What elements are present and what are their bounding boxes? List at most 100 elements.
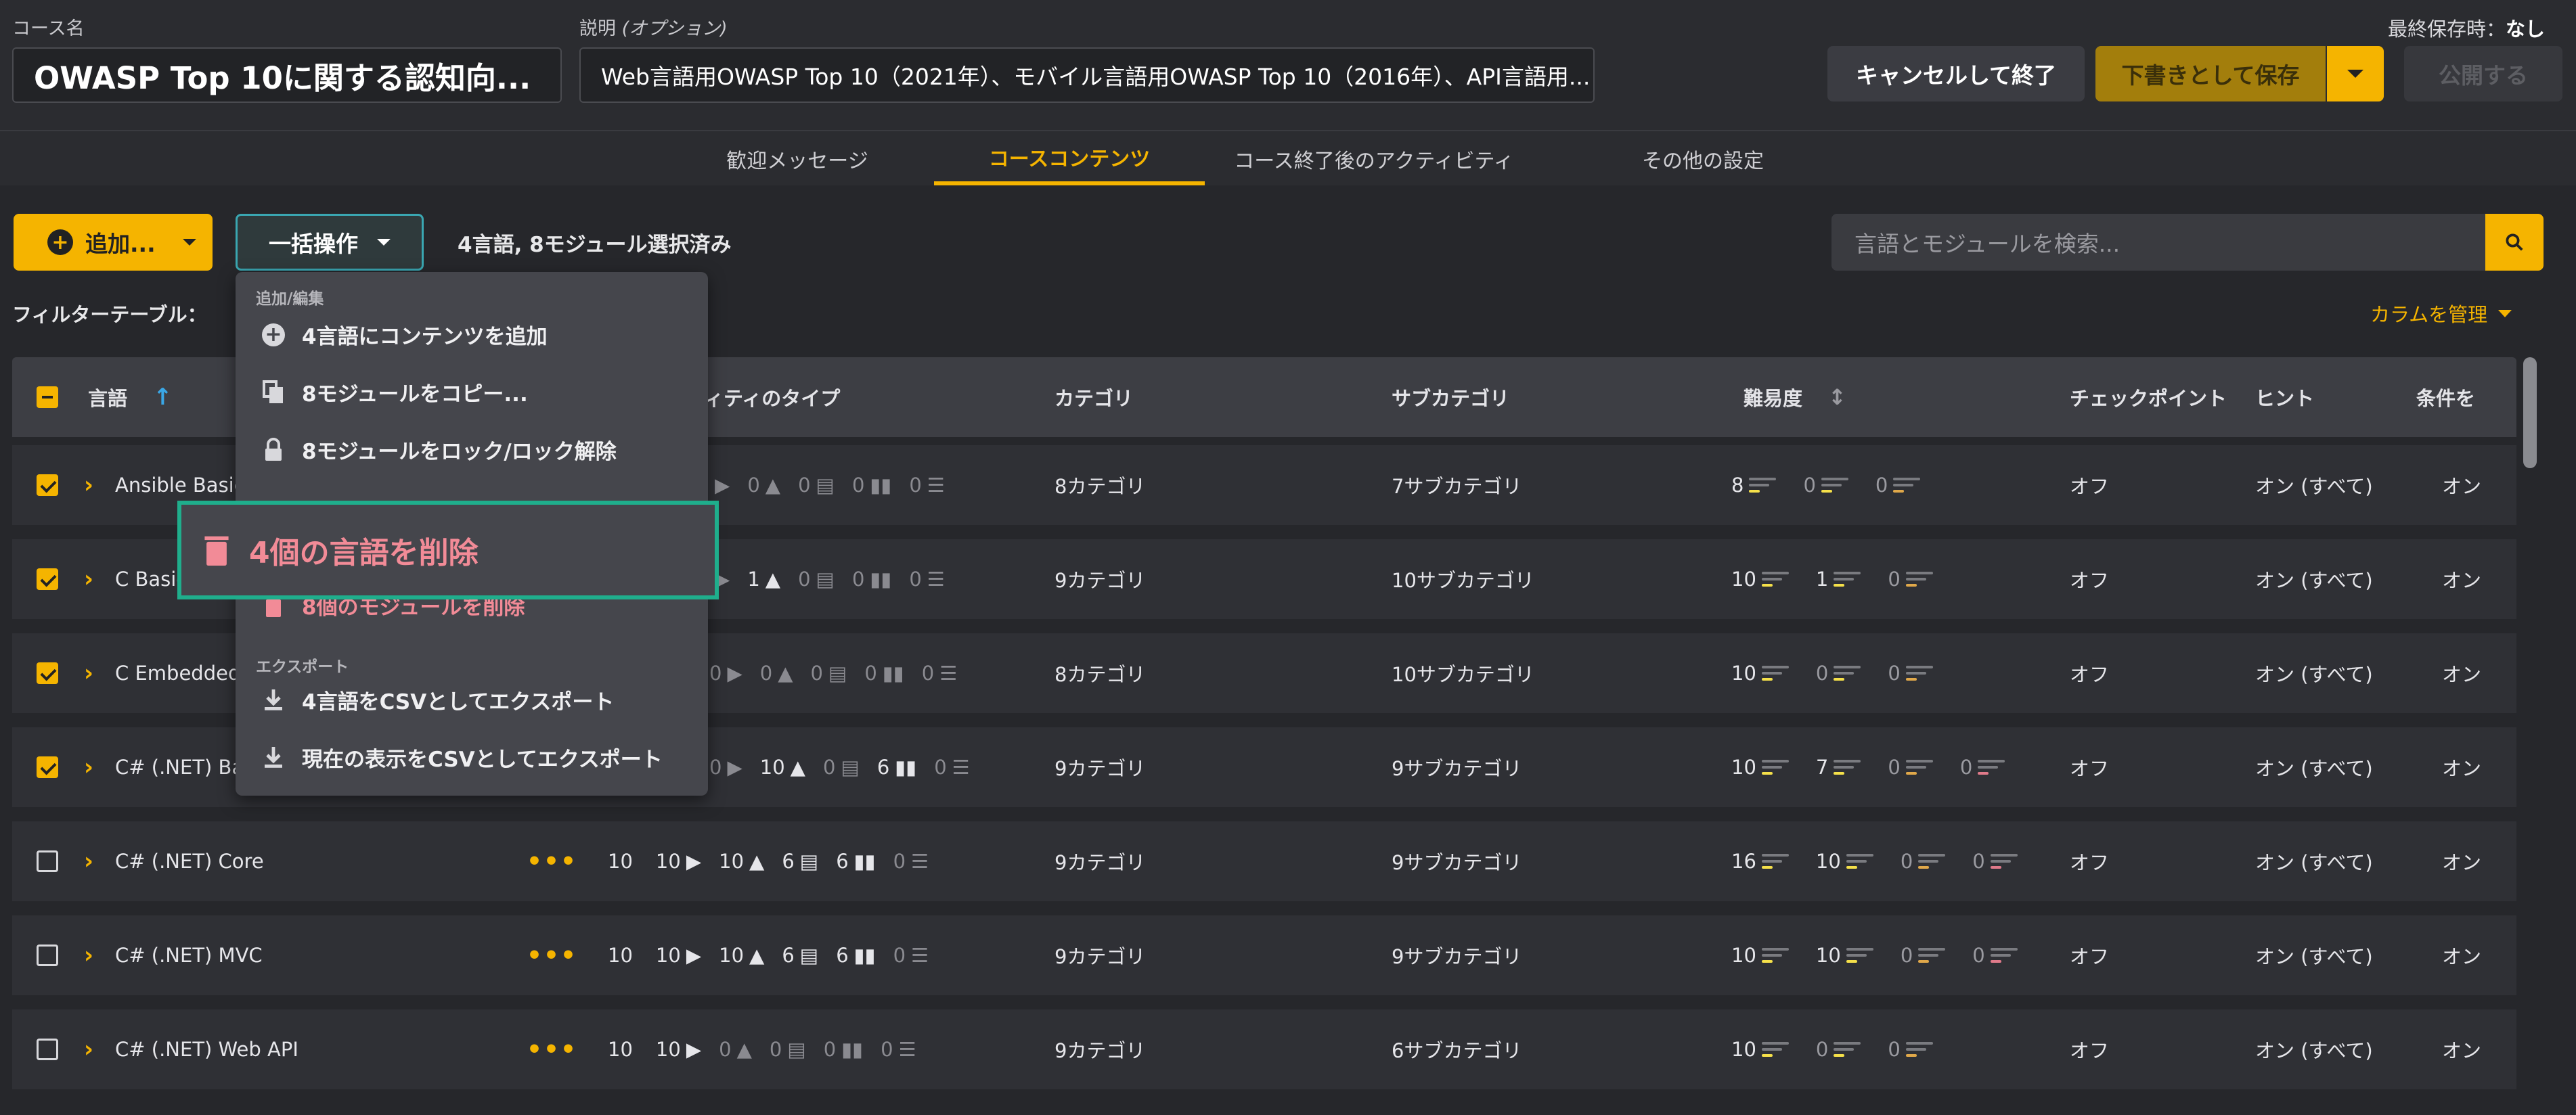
video-icon: ▶ — [727, 662, 742, 685]
menu-export-languages-csv[interactable]: 4言語をCSVとしてエクスポート — [260, 685, 614, 715]
expand-chevron-icon[interactable]: › — [84, 727, 93, 807]
publish-button[interactable]: 公開する — [2404, 46, 2562, 101]
difficulty-level-4: 0 — [1972, 850, 2026, 873]
menu-lock-modules-label: 8モジュールをロック/ロック解除 — [302, 440, 617, 464]
row-checkbox[interactable] — [37, 445, 58, 525]
manage-columns-link[interactable]: カラムを管理 — [2370, 299, 2512, 327]
activity-type-slides-icon: 6 ▤ — [782, 944, 819, 967]
expand-chevron-icon[interactable]: › — [84, 915, 93, 995]
difficulty-bars-icon — [1893, 476, 1921, 494]
column-difficulty-label: 難易度 — [1744, 387, 1803, 410]
row-checkbox[interactable] — [37, 539, 58, 619]
save-draft-button[interactable]: 下書きとして保存 — [2095, 46, 2326, 101]
activity-types: 0 ▶ 10 ▲ 0 ▤ 6 ▮▮ 0 ☰ — [709, 727, 987, 807]
conditions-value: オン — [2442, 851, 2482, 874]
rocket-icon: ▲ — [778, 662, 793, 685]
activity-type-video-icon: 0 ▶ — [709, 662, 742, 685]
subcategory-count: 9サブカテゴリ — [1392, 851, 1522, 874]
tab-course-content[interactable]: コースコンテンツ — [934, 133, 1205, 185]
search-input[interactable]: 言語とモジュールを検索... — [1831, 214, 2487, 271]
menu-lock-modules[interactable]: 8モジュールをロック/ロック解除 — [260, 434, 617, 465]
hint-value: オン (すべて) — [2255, 945, 2373, 968]
subcategory-count: 10サブカテゴリ — [1392, 663, 1534, 686]
column-hint[interactable]: ヒント — [2255, 357, 2314, 437]
tab-other-settings[interactable]: その他の設定 — [1601, 133, 1804, 185]
menu-add-content-label: 4言語にコンテンツを追加 — [302, 325, 548, 349]
table-row[interactable]: › C# (.NET) MVC ••• 10 10 ▶ 10 ▲ 6 ▤ 6 ▮▮ 0 ☰ 9カテゴリ 9サブ… — [12, 915, 2516, 1002]
difficulty-bars-icon — [1834, 664, 1861, 682]
search-button[interactable] — [2485, 214, 2544, 271]
book-icon: ▮▮ — [870, 568, 892, 591]
book-icon: ▮▮ — [853, 944, 876, 967]
activity-type-video-icon: 0 ▶ — [709, 756, 742, 779]
difficulty-bars-icon — [1834, 758, 1861, 776]
expand-chevron-icon[interactable]: › — [84, 821, 93, 901]
activity-types: 10 10 ▶ 10 ▲ 6 ▤ 6 ▮▮ 0 ☰ — [608, 915, 946, 995]
difficulty-level-1: 10 — [1731, 944, 1798, 967]
expand-chevron-icon[interactable]: › — [84, 445, 93, 525]
video-icon: ▶ — [686, 1038, 702, 1061]
table-row[interactable]: › C# (.NET) Web API ••• 10 10 ▶ 0 ▲ 0 ▤ 0 ▮▮ 0 ☰ 9カテゴリ… — [12, 1009, 2516, 1096]
column-language[interactable]: 言語 ↑ — [88, 357, 173, 437]
select-all-checkbox[interactable] — [37, 357, 58, 437]
row-more-menu-icon[interactable]: ••• — [527, 1009, 577, 1089]
difficulty-bars-icon — [1761, 947, 1789, 964]
course-name-field[interactable]: OWASP Top 10に関する認知向... — [12, 47, 562, 103]
difficulty-bars-icon — [1749, 476, 1777, 494]
row-checkbox[interactable] — [37, 821, 58, 901]
row-checkbox[interactable] — [37, 915, 58, 995]
vertical-scrollbar[interactable] — [2523, 357, 2537, 468]
book-icon: ▮▮ — [841, 1038, 864, 1061]
description-field[interactable]: Web言語用OWASP Top 10（2021年）、モバイル言語用OWASP T… — [579, 47, 1595, 103]
difficulty-values: 10 0 0 — [1731, 633, 1960, 713]
difficulty-level-3: 0 — [1888, 662, 1942, 685]
language-name: C Basic — [115, 568, 187, 591]
menu-add-content[interactable]: + 4言語にコンテンツを追加 — [260, 319, 548, 350]
activity-type-slides-icon: 0 ▤ — [798, 474, 835, 497]
table-row[interactable]: › C# (.NET) Core ••• 10 10 ▶ 10 ▲ 6 ▤ 6 ▮▮ 0 ☰ 9カテゴリ 9サ… — [12, 821, 2516, 908]
difficulty-level-4: 0 — [1960, 756, 2014, 779]
lock-icon — [260, 437, 287, 462]
row-checkbox[interactable] — [37, 1009, 58, 1089]
activity-type-rocket-icon: 0 ▲ — [747, 474, 781, 497]
slides-icon: ▤ — [787, 1038, 806, 1061]
column-language-label: 言語 — [88, 387, 128, 410]
column-activity-type[interactable]: ィティのタイプ — [704, 357, 840, 437]
expand-chevron-icon[interactable]: › — [84, 1009, 93, 1089]
column-checkpoint[interactable]: チェックポイント — [2070, 357, 2227, 437]
column-subcategory[interactable]: サブカテゴリ — [1392, 357, 1509, 437]
save-options-dropdown[interactable] — [2327, 46, 2384, 101]
column-category[interactable]: カテゴリ — [1054, 357, 1133, 437]
language-name: C# (.NET) Web API — [115, 1038, 298, 1061]
tab-welcome[interactable]: 歓迎メッセージ — [703, 133, 892, 185]
column-difficulty[interactable]: 難易度 ↕ — [1744, 357, 1846, 437]
menu-copy-modules[interactable]: 8モジュールをコピー... — [260, 377, 528, 407]
language-name: C# (.NET) Core — [115, 850, 264, 873]
row-checkbox[interactable] — [37, 633, 58, 713]
bulk-actions-label: 一括操作 — [269, 231, 358, 257]
cancel-and-exit-button[interactable]: キャンセルして終了 — [1827, 46, 2085, 101]
checkpoint-value: オフ — [2070, 945, 2110, 968]
row-more-menu-icon[interactable]: ••• — [527, 821, 577, 901]
activity-type-rocket-icon: 10 ▲ — [759, 756, 805, 779]
menu-section-add-edit: 追加/編集 — [256, 290, 324, 308]
hint-value: オン (すべて) — [2255, 475, 2373, 498]
add-button-label: 追加... — [85, 231, 156, 257]
expand-chevron-icon[interactable]: › — [84, 633, 93, 713]
activity-type-book-icon: 0 ▮▮ — [864, 662, 904, 685]
slides-icon: ▤ — [799, 850, 819, 873]
menu-export-view-csv[interactable]: 現在の表示をCSVとしてエクスポート — [260, 742, 663, 773]
tab-post-course-activities[interactable]: コース終了後のアクティビティ — [1218, 133, 1530, 185]
expand-chevron-icon[interactable]: › — [84, 539, 93, 619]
copy-icon — [260, 380, 287, 405]
row-checkbox[interactable] — [37, 727, 58, 807]
settings-icon: ☰ — [952, 756, 970, 779]
activity-types: ▶ 0 ▲ 0 ▤ 0 ▮▮ 0 ☰ — [709, 445, 962, 525]
column-conditions[interactable]: 条件を — [2416, 357, 2475, 437]
menu-delete-languages[interactable]: 4個の言語を削除 — [177, 501, 719, 599]
add-button[interactable]: + 追加... — [14, 214, 213, 271]
bulk-actions-button[interactable]: 一括操作 — [236, 214, 424, 271]
slides-icon: ▤ — [799, 944, 819, 967]
difficulty-level-2: 7 — [1816, 756, 1870, 779]
row-more-menu-icon[interactable]: ••• — [527, 915, 577, 995]
